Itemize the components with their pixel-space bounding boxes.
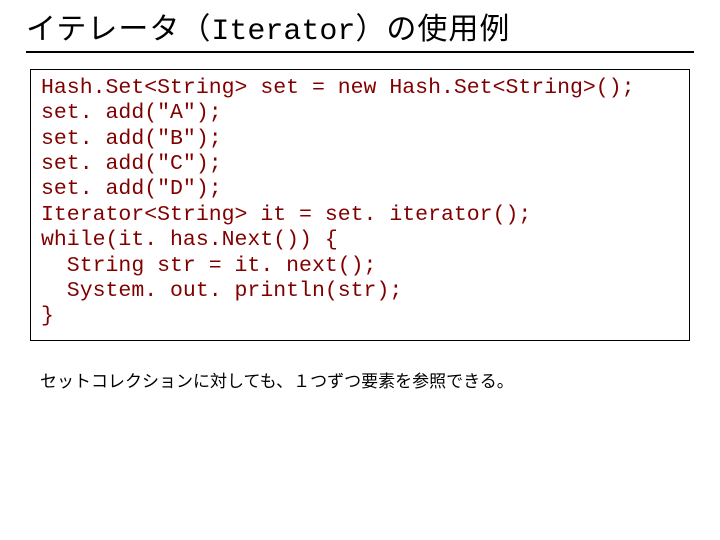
title-block: イテレータ（Iterator）の使用例 — [0, 0, 720, 53]
slide: イテレータ（Iterator）の使用例 Hash.Set<String> set… — [0, 0, 720, 540]
code-listing: Hash.Set<String> set = new Hash.Set<Stri… — [41, 76, 679, 330]
code-box: Hash.Set<String> set = new Hash.Set<Stri… — [30, 69, 690, 341]
title-pre: イテレータ（ — [26, 13, 211, 46]
title-post: ）の使用例 — [355, 13, 510, 46]
title-mono: Iterator — [211, 15, 355, 49]
slide-title: イテレータ（Iterator）の使用例 — [26, 4, 694, 49]
title-underline — [26, 51, 694, 53]
caption-text: セットコレクションに対しても、１つずつ要素を参照できる。 — [40, 367, 720, 392]
